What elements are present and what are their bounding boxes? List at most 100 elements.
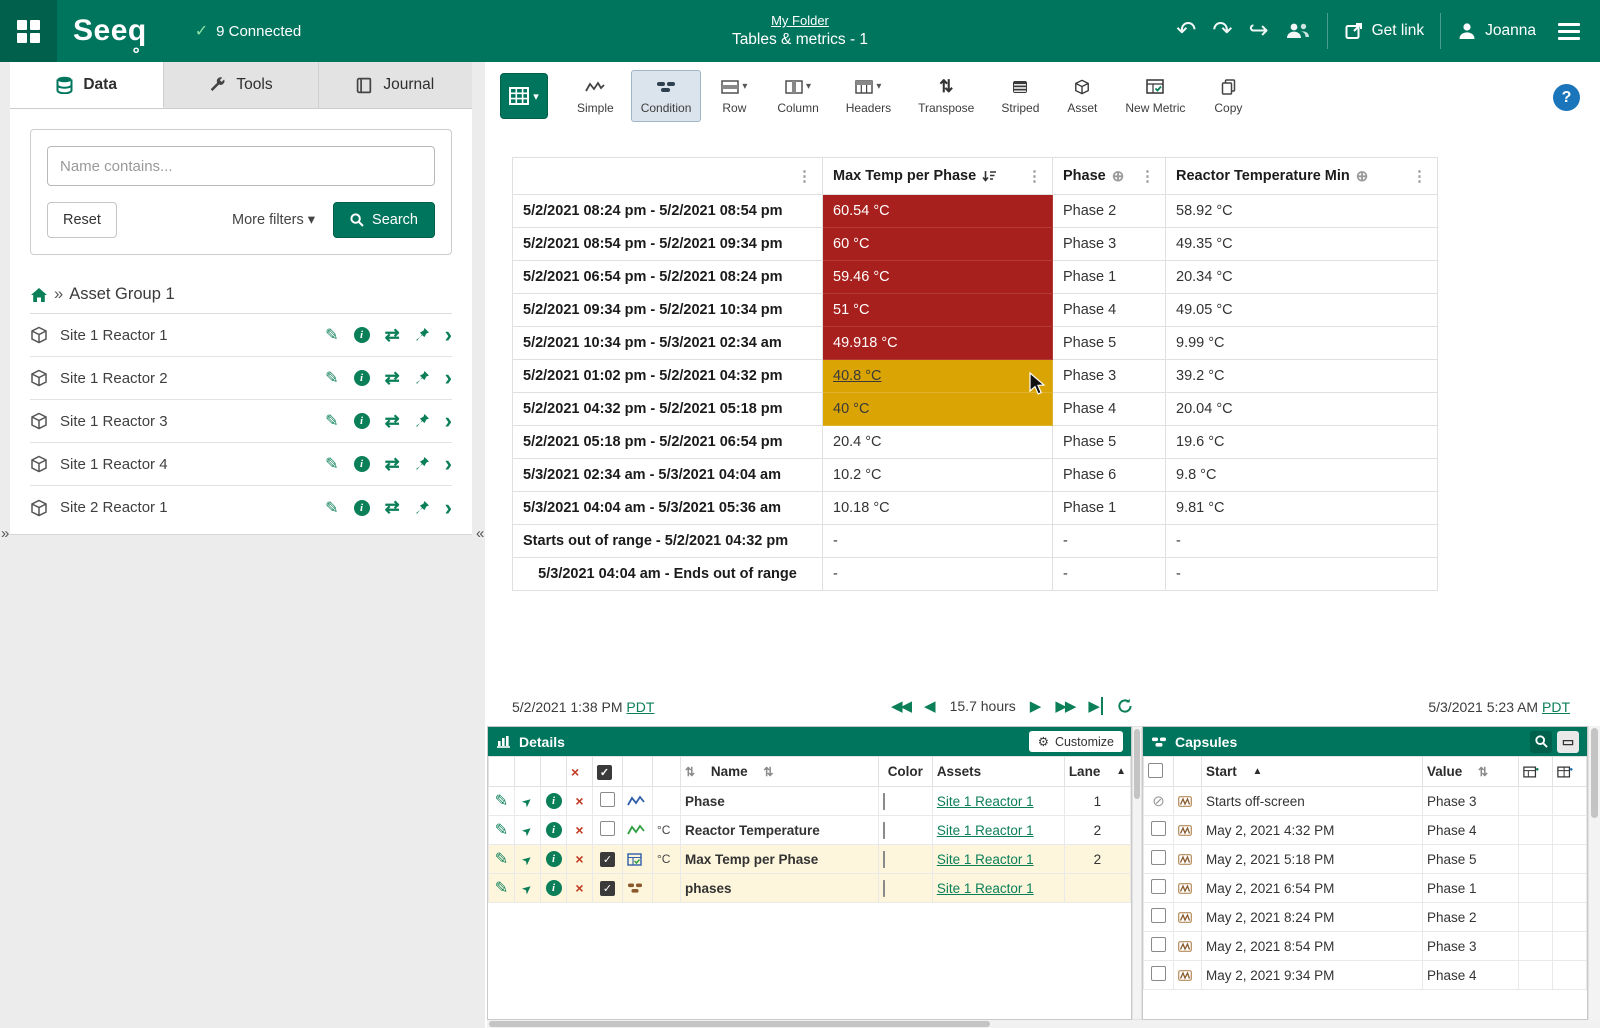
step-forward-full-icon[interactable]: ▶▶	[1055, 697, 1074, 715]
item-info-icon[interactable]: i	[546, 851, 562, 867]
navigate-icon[interactable]: ➤	[519, 851, 536, 868]
metric-cell[interactable]: 49.918 °C	[823, 327, 1053, 360]
metric-cell-hovered[interactable]: 40.8 °C	[823, 360, 1053, 393]
collapse-panel-button[interactable]: ▭	[1557, 731, 1579, 753]
asset-row[interactable]: Site 1 Reactor 1 ✎ i ⇄ ›	[30, 314, 452, 357]
edit-icon[interactable]: ✎	[325, 325, 338, 345]
swap-icon[interactable]: ⇄	[385, 497, 400, 518]
expand-panel-handle[interactable]: »	[1, 525, 9, 542]
refresh-icon[interactable]	[1117, 698, 1133, 714]
name-column-header[interactable]: ⇅ Name ⇅	[681, 757, 879, 787]
capsule-row[interactable]: May 2, 2021 8:54 PM Phase 3	[1144, 932, 1587, 961]
navigate-icon[interactable]: ➤	[519, 793, 536, 810]
capsule-row[interactable]: May 2, 2021 5:18 PM Phase 5	[1144, 845, 1587, 874]
capsule-row[interactable]: ⊘ Starts off-screen Phase 3	[1144, 787, 1587, 816]
toolbar-striped-button[interactable]: Striped	[991, 70, 1049, 122]
toolbar-transpose-button[interactable]: ⇅ Transpose	[908, 70, 984, 122]
metric-cell[interactable]: 60 °C	[823, 228, 1053, 261]
capsule-checkbox[interactable]	[1151, 821, 1166, 836]
asset-row[interactable]: Site 2 Reactor 1 ✎ i ⇄ ›	[30, 486, 452, 529]
tab-journal[interactable]: Journal	[319, 62, 472, 108]
info-icon[interactable]: i	[354, 500, 370, 516]
date-range-column-header[interactable]: ⋮	[513, 158, 823, 195]
swap-icon[interactable]: ⇄	[385, 454, 400, 475]
more-filters-toggle[interactable]: More filters ▾	[232, 212, 315, 228]
users-icon[interactable]	[1285, 21, 1311, 41]
seeq-logo[interactable]: Seeq̥	[73, 14, 147, 48]
timezone-link[interactable]: PDT	[1542, 699, 1570, 715]
metric-cell[interactable]: 10.18 °C	[823, 492, 1053, 525]
step-back-half-icon[interactable]: ◀	[924, 697, 936, 715]
edit-icon[interactable]: ✎	[325, 368, 338, 388]
asset-link[interactable]: Site 1 Reactor 1	[937, 881, 1034, 896]
edit-icon[interactable]: ✎	[325, 498, 338, 518]
step-forward-half-icon[interactable]: ▶	[1030, 697, 1042, 715]
table-row[interactable]: 5/2/2021 10:34 pm - 5/3/2021 02:34 am49.…	[513, 327, 1438, 360]
toolbar-column-button[interactable]: ▾ Column	[767, 70, 828, 122]
app-launcher-button[interactable]	[0, 0, 57, 62]
sort-desc-icon[interactable]	[982, 170, 997, 183]
details-row[interactable]: ✎ ➤ i × ✓ phases Site 1 Reactor 1	[489, 874, 1131, 903]
asset-row[interactable]: Site 1 Reactor 4 ✎ i ⇄ ›	[30, 443, 452, 486]
share-icon[interactable]: ↪	[1248, 19, 1268, 43]
asset-link[interactable]: Site 1 Reactor 1	[937, 852, 1034, 867]
table-view-button[interactable]: ▾	[500, 73, 548, 119]
details-row[interactable]: ✎ ➤ i × ✓ °C Max Temp per Phase Site 1 R…	[489, 845, 1131, 874]
edit-item-icon[interactable]: ✎	[495, 880, 508, 897]
search-input[interactable]	[47, 146, 435, 186]
zoom-to-capsule-button[interactable]	[1530, 731, 1552, 753]
column-menu-icon[interactable]: ⋮	[1412, 167, 1427, 185]
remove-item-icon[interactable]: ×	[575, 822, 583, 838]
max-temp-column-header[interactable]: Max Temp per Phase ⋮	[823, 158, 1053, 195]
edit-icon[interactable]: ✎	[325, 454, 338, 474]
redo-icon[interactable]: ↷	[1212, 19, 1232, 43]
metric-cell[interactable]: 20.4 °C	[823, 426, 1053, 459]
toolbar-condition-button[interactable]: Condition	[631, 70, 702, 122]
remove-all-header[interactable]: ×	[567, 757, 593, 787]
edit-item-icon[interactable]: ✎	[495, 822, 508, 839]
column-menu-icon[interactable]: ⋮	[1027, 167, 1042, 185]
add-column-button[interactable]	[1519, 757, 1553, 787]
column-menu-icon[interactable]: ⋮	[1140, 167, 1155, 185]
item-info-icon[interactable]: i	[546, 822, 562, 838]
hamburger-menu-icon[interactable]	[1552, 19, 1586, 44]
metric-cell[interactable]: 10.2 °C	[823, 459, 1053, 492]
swap-icon[interactable]: ⇄	[385, 411, 400, 432]
toolbar-new-metric-button[interactable]: New Metric	[1115, 70, 1195, 122]
timezone-link[interactable]: PDT	[626, 699, 654, 715]
navigate-icon[interactable]: ➤	[519, 822, 536, 839]
pin-icon[interactable]	[415, 500, 430, 516]
chevron-right-icon[interactable]: ›	[445, 412, 452, 430]
capsule-checkbox[interactable]	[1151, 879, 1166, 894]
get-link-button[interactable]: Get link	[1344, 21, 1425, 41]
swap-icon[interactable]: ⇄	[385, 325, 400, 346]
chevron-right-icon[interactable]: ›	[445, 369, 452, 387]
chevron-right-icon[interactable]: ›	[445, 455, 452, 473]
capsule-row[interactable]: May 2, 2021 9:34 PM Phase 4	[1144, 961, 1587, 990]
step-back-full-icon[interactable]: ◀◀	[891, 697, 910, 715]
color-swatch[interactable]	[883, 822, 885, 839]
breadcrumb[interactable]: My Folder	[771, 13, 829, 28]
chevron-right-icon[interactable]: ›	[445, 326, 452, 344]
info-icon[interactable]: i	[354, 327, 370, 343]
reactor-temp-min-column-header[interactable]: Reactor Temperature Min⊕⋮	[1166, 158, 1438, 195]
toolbar-asset-button[interactable]: Asset	[1056, 70, 1108, 122]
table-row[interactable]: 5/3/2021 02:34 am - 5/3/2021 04:04 am10.…	[513, 459, 1438, 492]
connection-status[interactable]: ✓ 9 Connected	[195, 21, 301, 41]
pin-icon[interactable]	[415, 413, 430, 429]
metric-cell[interactable]: 51 °C	[823, 294, 1053, 327]
assets-column-header[interactable]: Assets	[932, 757, 1064, 787]
item-checkbox[interactable]	[600, 821, 615, 836]
table-row[interactable]: 5/3/2021 04:04 am - Ends out of range---	[513, 558, 1438, 591]
item-info-icon[interactable]: i	[546, 880, 562, 896]
capsule-row[interactable]: May 2, 2021 8:24 PM Phase 2	[1144, 903, 1587, 932]
edit-item-icon[interactable]: ✎	[495, 851, 508, 868]
details-row[interactable]: ✎ ➤ i × °C Reactor Temperature Site 1 Re…	[489, 816, 1131, 845]
asset-link[interactable]: Site 1 Reactor 1	[937, 794, 1034, 809]
capsules-vertical-scrollbar[interactable]	[1588, 726, 1600, 1020]
info-icon[interactable]: i	[354, 370, 370, 386]
details-row[interactable]: ✎ ➤ i × Phase Site 1 Reactor 1 1	[489, 787, 1131, 816]
metric-cell[interactable]: -	[823, 525, 1053, 558]
color-column-header[interactable]: Color	[878, 757, 932, 787]
table-row[interactable]: 5/2/2021 09:34 pm - 5/2/2021 10:34 pm51 …	[513, 294, 1438, 327]
